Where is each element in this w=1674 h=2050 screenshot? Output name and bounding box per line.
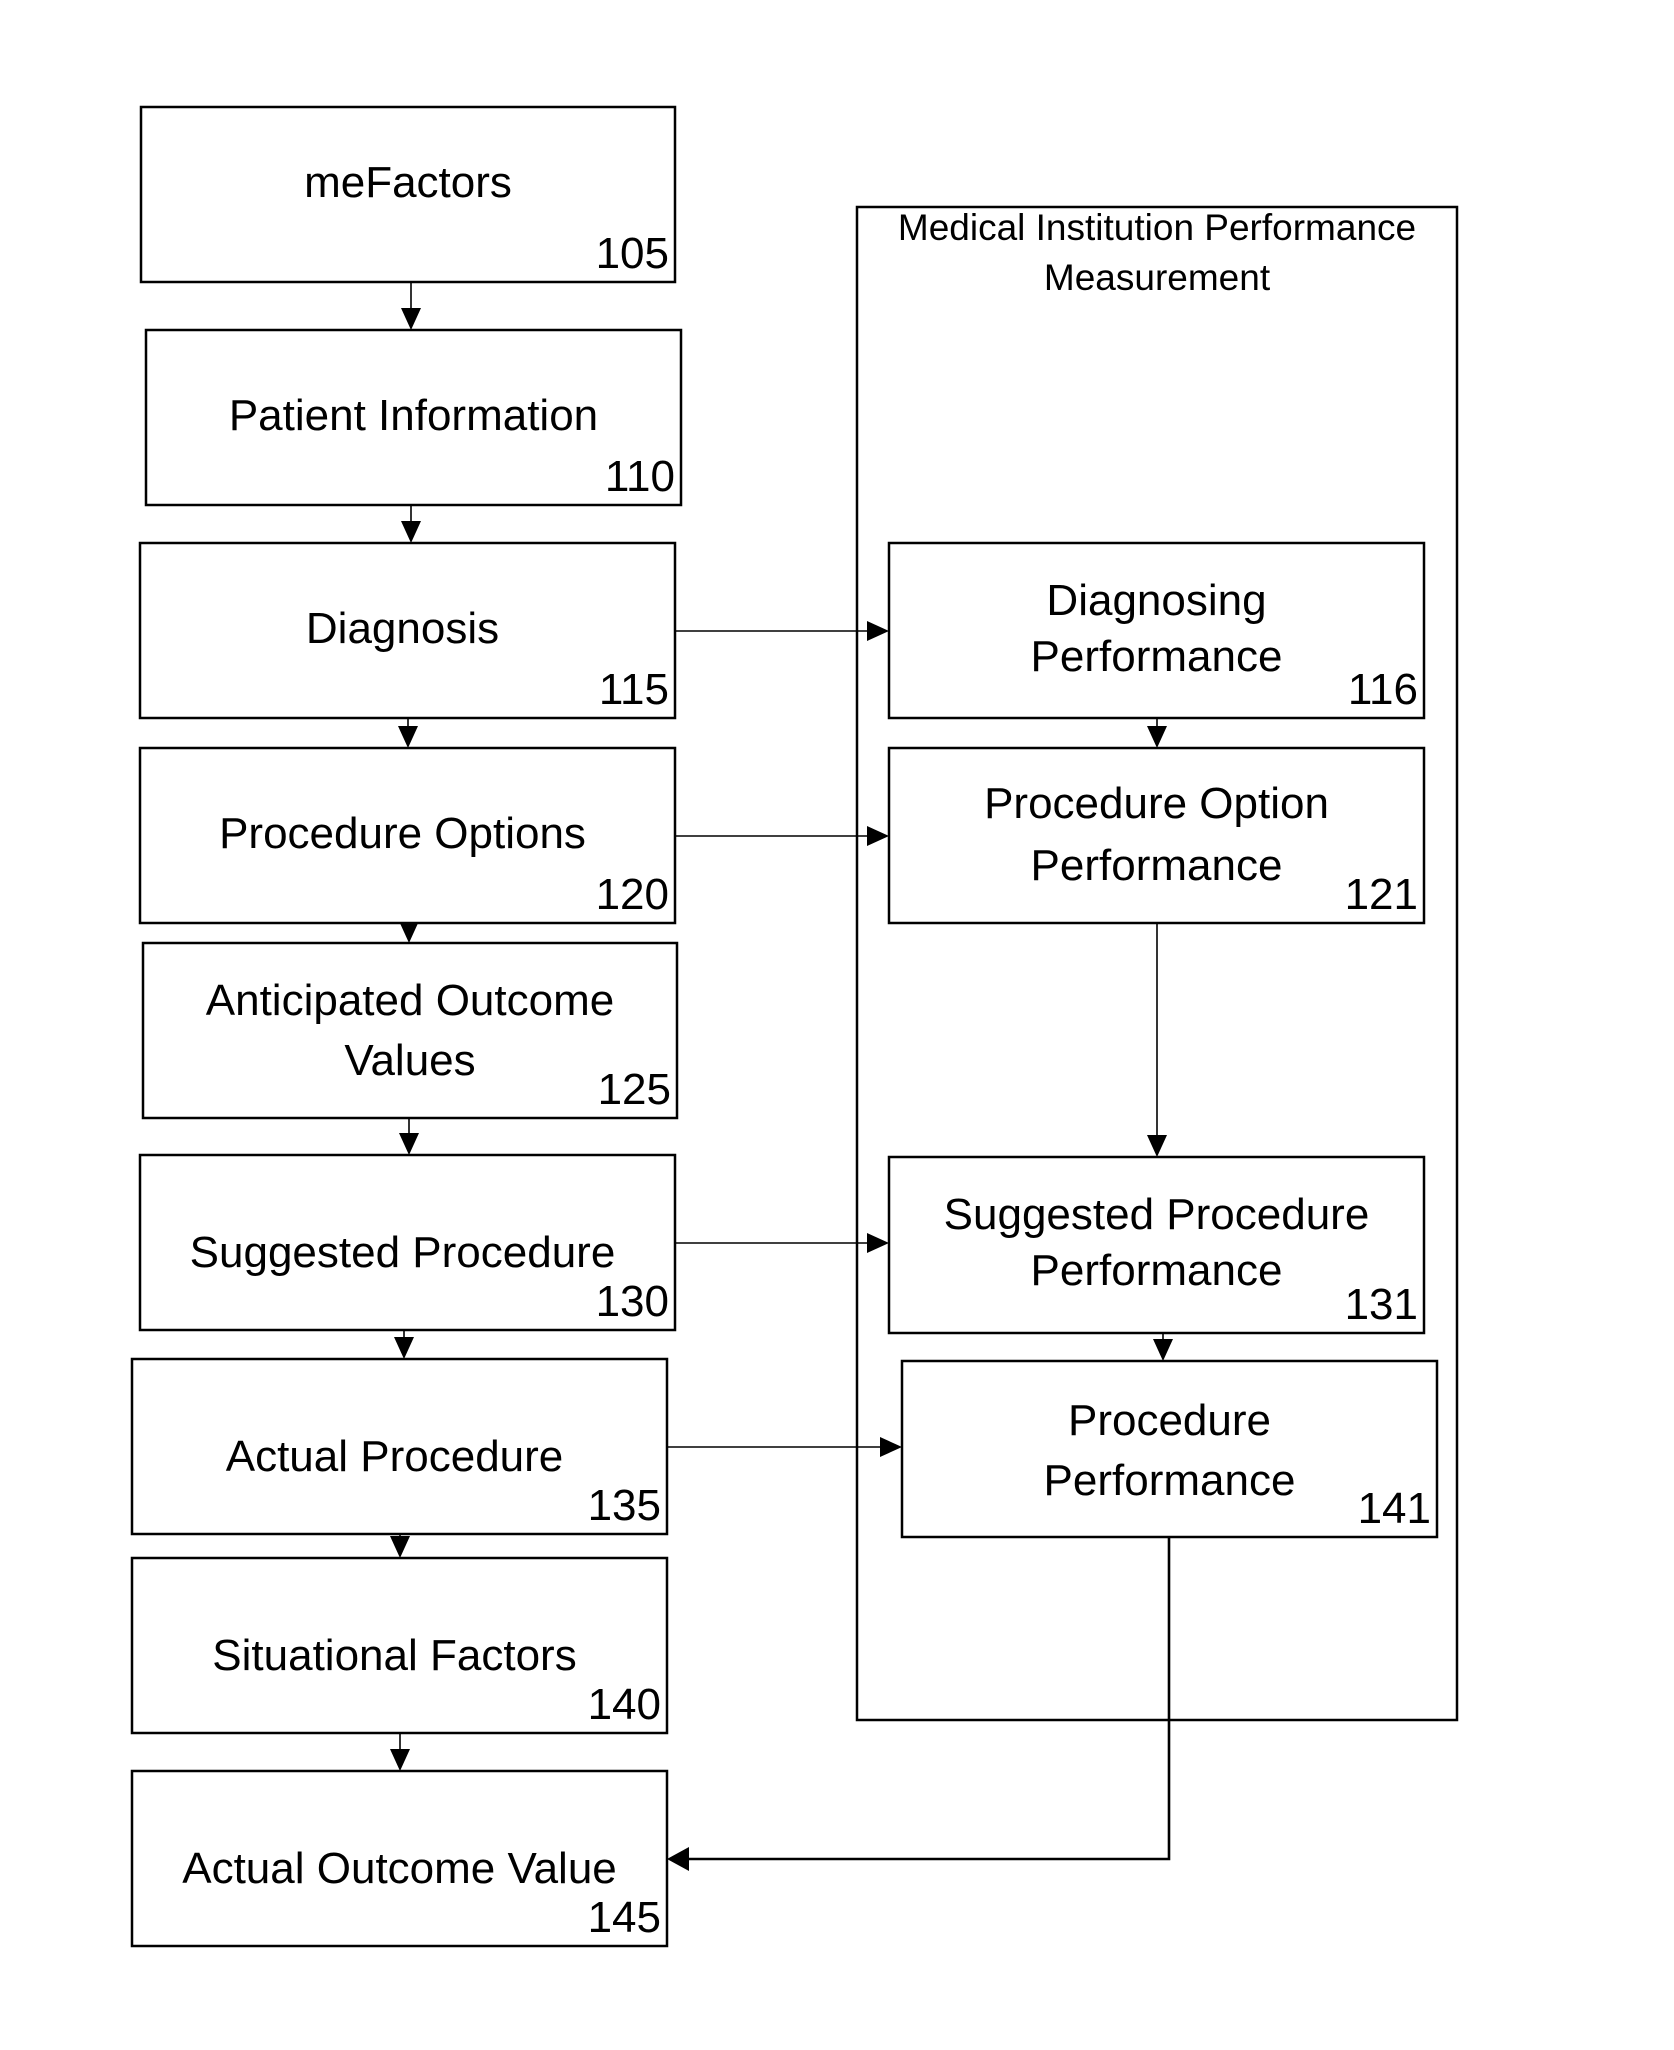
node-141: Procedure Performance 141	[900, 1359, 1439, 1539]
edge-125-to-130	[399, 1118, 419, 1155]
node-145: Actual Outcome Value145	[130, 1769, 669, 1948]
edge-135-to-141	[667, 1437, 902, 1457]
arrowhead-icon	[398, 726, 418, 748]
node-label: Diagnosing	[1046, 576, 1266, 625]
node-reference-number: 131	[1345, 1280, 1418, 1329]
node-121: Procedure Option Performance 121	[887, 746, 1426, 925]
edge-105-to-110	[401, 282, 421, 330]
node-label: Situational Factors	[212, 1631, 576, 1680]
node-label: Procedure Options	[219, 809, 586, 858]
container-title-line: Medical Institution Performance	[898, 207, 1416, 248]
arrowhead-icon	[390, 1749, 410, 1771]
flow-diagram: Medical Institution Performance Measureme…	[130, 105, 1459, 1948]
edge-121-to-131	[1147, 923, 1167, 1157]
edge-110-to-115	[401, 505, 421, 543]
node-reference-number: 120	[596, 870, 669, 919]
edge-140-to-145	[390, 1733, 410, 1771]
node-115: Diagnosis 115	[138, 541, 677, 720]
node-label: Suggested Procedure	[190, 1228, 616, 1277]
node-reference-number: 105	[596, 229, 669, 278]
arrowhead-icon	[1153, 1339, 1173, 1361]
arrowhead-icon	[390, 1536, 410, 1558]
node-label: Performance	[1044, 1456, 1296, 1505]
edge-115-to-120	[398, 718, 418, 748]
arrowhead-icon	[867, 1233, 889, 1253]
node-reference-number: 121	[1345, 870, 1418, 919]
node-130: Suggested Procedure130	[138, 1153, 677, 1332]
node-131: Suggested Procedure Performance 131	[887, 1155, 1426, 1335]
node-125: Anticipated Outcome Values 125	[141, 941, 679, 1120]
node-label: Performance	[1031, 632, 1283, 681]
node-label: Actual Procedure	[226, 1432, 564, 1481]
arrowhead-icon	[880, 1437, 902, 1457]
node-label: Diagnosis	[306, 604, 499, 653]
node-label: Procedure	[1068, 1396, 1271, 1445]
edge-116-to-121	[1147, 718, 1167, 748]
node-116: Diagnosing Performance 116	[887, 541, 1426, 720]
edge-130-to-135	[394, 1330, 414, 1359]
node-105: meFactors 105	[139, 105, 677, 284]
edge-120-to-125	[399, 921, 419, 943]
node-110: Patient Information110	[144, 328, 683, 507]
node-reference-number: 116	[1348, 665, 1418, 714]
node-reference-number: 110	[605, 452, 675, 501]
container-title-line: Measurement	[1044, 257, 1271, 298]
node-box	[887, 541, 1426, 720]
node-reference-number: 140	[588, 1680, 661, 1729]
arrowhead-icon	[394, 1337, 414, 1359]
arrowhead-icon	[399, 921, 419, 943]
node-reference-number: 115	[599, 665, 669, 714]
node-120: Procedure Options120	[138, 746, 677, 925]
arrowhead-icon	[401, 521, 421, 543]
node-label: Actual Outcome Value	[182, 1844, 617, 1893]
edge-135-to-140	[390, 1534, 410, 1558]
node-label: Procedure Option	[984, 779, 1329, 828]
node-reference-number: 145	[588, 1893, 661, 1942]
node-label: Values	[344, 1036, 475, 1085]
node-reference-number: 125	[598, 1065, 671, 1114]
arrowhead-icon	[401, 308, 421, 330]
node-label: Performance	[1031, 841, 1283, 890]
node-label: Performance	[1031, 1246, 1283, 1295]
arrowhead-icon	[867, 621, 889, 641]
node-label: Patient Information	[229, 391, 598, 440]
node-reference-number: 130	[596, 1277, 669, 1326]
arrowhead-icon	[399, 1133, 419, 1155]
node-reference-number: 135	[588, 1481, 661, 1530]
node-label: meFactors	[304, 158, 512, 207]
node-label: Suggested Procedure	[944, 1190, 1370, 1239]
node-135: Actual Procedure 135	[130, 1357, 669, 1536]
node-140: Situational Factors140	[130, 1556, 669, 1735]
arrowhead-icon	[1147, 1135, 1167, 1157]
node-reference-number: 141	[1358, 1484, 1431, 1533]
arrowhead-icon	[667, 1847, 689, 1871]
arrowhead-icon	[867, 826, 889, 846]
edge-141-to-145	[667, 1537, 1171, 1871]
arrowhead-icon	[1147, 726, 1167, 748]
node-label: Anticipated Outcome	[206, 976, 614, 1025]
edge-131-to-141	[1153, 1333, 1173, 1361]
